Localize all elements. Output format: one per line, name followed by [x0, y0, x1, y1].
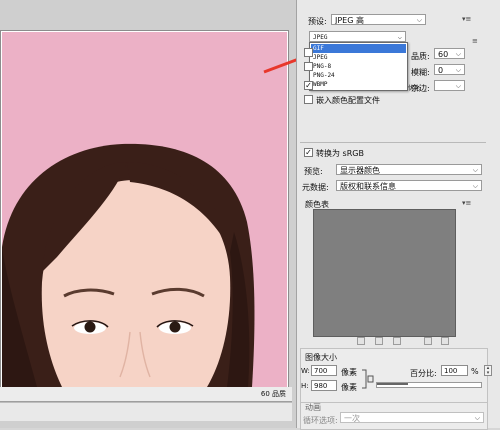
- format-option-gif[interactable]: GIF: [311, 44, 406, 53]
- metadata-select[interactable]: 版权和联系信息 ⌵: [336, 180, 482, 191]
- blur-label: 模糊:: [411, 68, 430, 77]
- format-option-png8[interactable]: PNG-8: [311, 62, 406, 71]
- loop-select[interactable]: 一次 ⌵: [340, 412, 484, 423]
- divider: [300, 142, 486, 143]
- loop-value: 一次: [344, 414, 360, 423]
- chevron-down-icon: ⌵: [455, 50, 461, 58]
- quality-value: 60: [438, 50, 449, 59]
- width-input[interactable]: 700: [311, 365, 337, 376]
- embed-profile-label: 嵌入颜色配置文件: [316, 96, 380, 105]
- preview-frame: [0, 30, 289, 389]
- metadata-label: 元数据:: [302, 183, 329, 192]
- percent-stepper[interactable]: ▴ ▾: [484, 365, 492, 376]
- link-icon[interactable]: [360, 366, 376, 392]
- matte-select[interactable]: ⌵: [434, 80, 465, 91]
- chevron-down-icon: ⌵: [455, 66, 461, 74]
- blur-input[interactable]: 0 ⌵: [434, 64, 465, 75]
- metadata-value: 版权和联系信息: [340, 182, 396, 191]
- map-color-icon[interactable]: [357, 337, 365, 345]
- preview-label: 预览:: [304, 167, 323, 176]
- format-option-wbmp[interactable]: WBMP: [311, 80, 406, 89]
- blur-value: 0: [438, 66, 444, 75]
- loop-label: 循环选项:: [303, 416, 338, 425]
- height-prefix: H:: [301, 382, 309, 390]
- progressive-checkbox[interactable]: [304, 48, 313, 57]
- quality-input[interactable]: 60 ⌵: [434, 48, 465, 59]
- percent-unit: %: [471, 367, 479, 376]
- matte-label: 杂边:: [411, 84, 430, 93]
- preview-footer: 60 品质: [0, 387, 292, 402]
- optimized-checkbox[interactable]: [304, 62, 313, 71]
- convert-srgb-checkbox[interactable]: ✓: [304, 148, 313, 157]
- new-color-icon[interactable]: [424, 337, 432, 345]
- checked-checkbox[interactable]: ✓: [304, 81, 313, 90]
- preview-select[interactable]: 显示器颜色 ⌵: [336, 164, 482, 175]
- image-size-label: 图像大小: [305, 353, 337, 362]
- preset-select[interactable]: JPEG 高 ⌵: [331, 14, 426, 25]
- animation-label: 动画: [305, 403, 321, 412]
- quality-readout: 60 品质: [260, 390, 286, 398]
- panel-menu-icon[interactable]: ≡: [472, 38, 484, 45]
- height-unit: 像素: [341, 383, 357, 392]
- height-input[interactable]: 980: [311, 380, 337, 391]
- convert-srgb-label: 转换为 sRGB: [316, 149, 364, 158]
- format-value: JPEG: [313, 34, 328, 41]
- color-table-swatches[interactable]: [313, 209, 456, 337]
- chevron-down-icon: ⌵: [474, 414, 480, 422]
- width-unit: 像素: [341, 368, 357, 377]
- preview-area: 60 品质: [0, 0, 297, 428]
- preset-menu-icon[interactable]: ▾≡: [462, 16, 474, 23]
- preview-image[interactable]: [2, 32, 287, 387]
- chevron-down-icon: ⌵: [397, 33, 402, 41]
- chevron-down-icon: ⌵: [472, 182, 478, 190]
- chevron-down-icon: ⌵: [472, 166, 478, 174]
- preview-value: 显示器颜色: [340, 166, 380, 175]
- lock-color-icon[interactable]: [393, 337, 401, 345]
- chevron-down-icon: ⌵: [416, 16, 422, 24]
- horizontal-scrollbar[interactable]: [0, 402, 292, 421]
- size-slider-fill: [377, 383, 481, 385]
- format-option-jpeg[interactable]: JPEG: [311, 53, 406, 62]
- embed-profile-checkbox[interactable]: [304, 95, 313, 104]
- preset-label: 预设:: [308, 17, 327, 26]
- format-select[interactable]: JPEG ⌵: [309, 31, 406, 42]
- web-shift-icon[interactable]: [375, 337, 383, 345]
- color-table-menu-icon[interactable]: ▾≡: [462, 200, 474, 207]
- quality-label: 品质:: [411, 52, 430, 61]
- preset-value: JPEG 高: [335, 16, 364, 25]
- percent-label: 百分比:: [410, 369, 437, 378]
- delete-color-icon[interactable]: [441, 337, 449, 345]
- portrait-photo: [2, 32, 287, 387]
- chevron-down-icon: ⌵: [455, 82, 461, 90]
- width-prefix: W:: [301, 367, 310, 375]
- format-dropdown-list: GIF JPEG PNG-8 PNG-24 WBMP: [309, 42, 408, 91]
- percent-input[interactable]: 100: [441, 365, 468, 376]
- format-option-png24[interactable]: PNG-24: [311, 71, 406, 80]
